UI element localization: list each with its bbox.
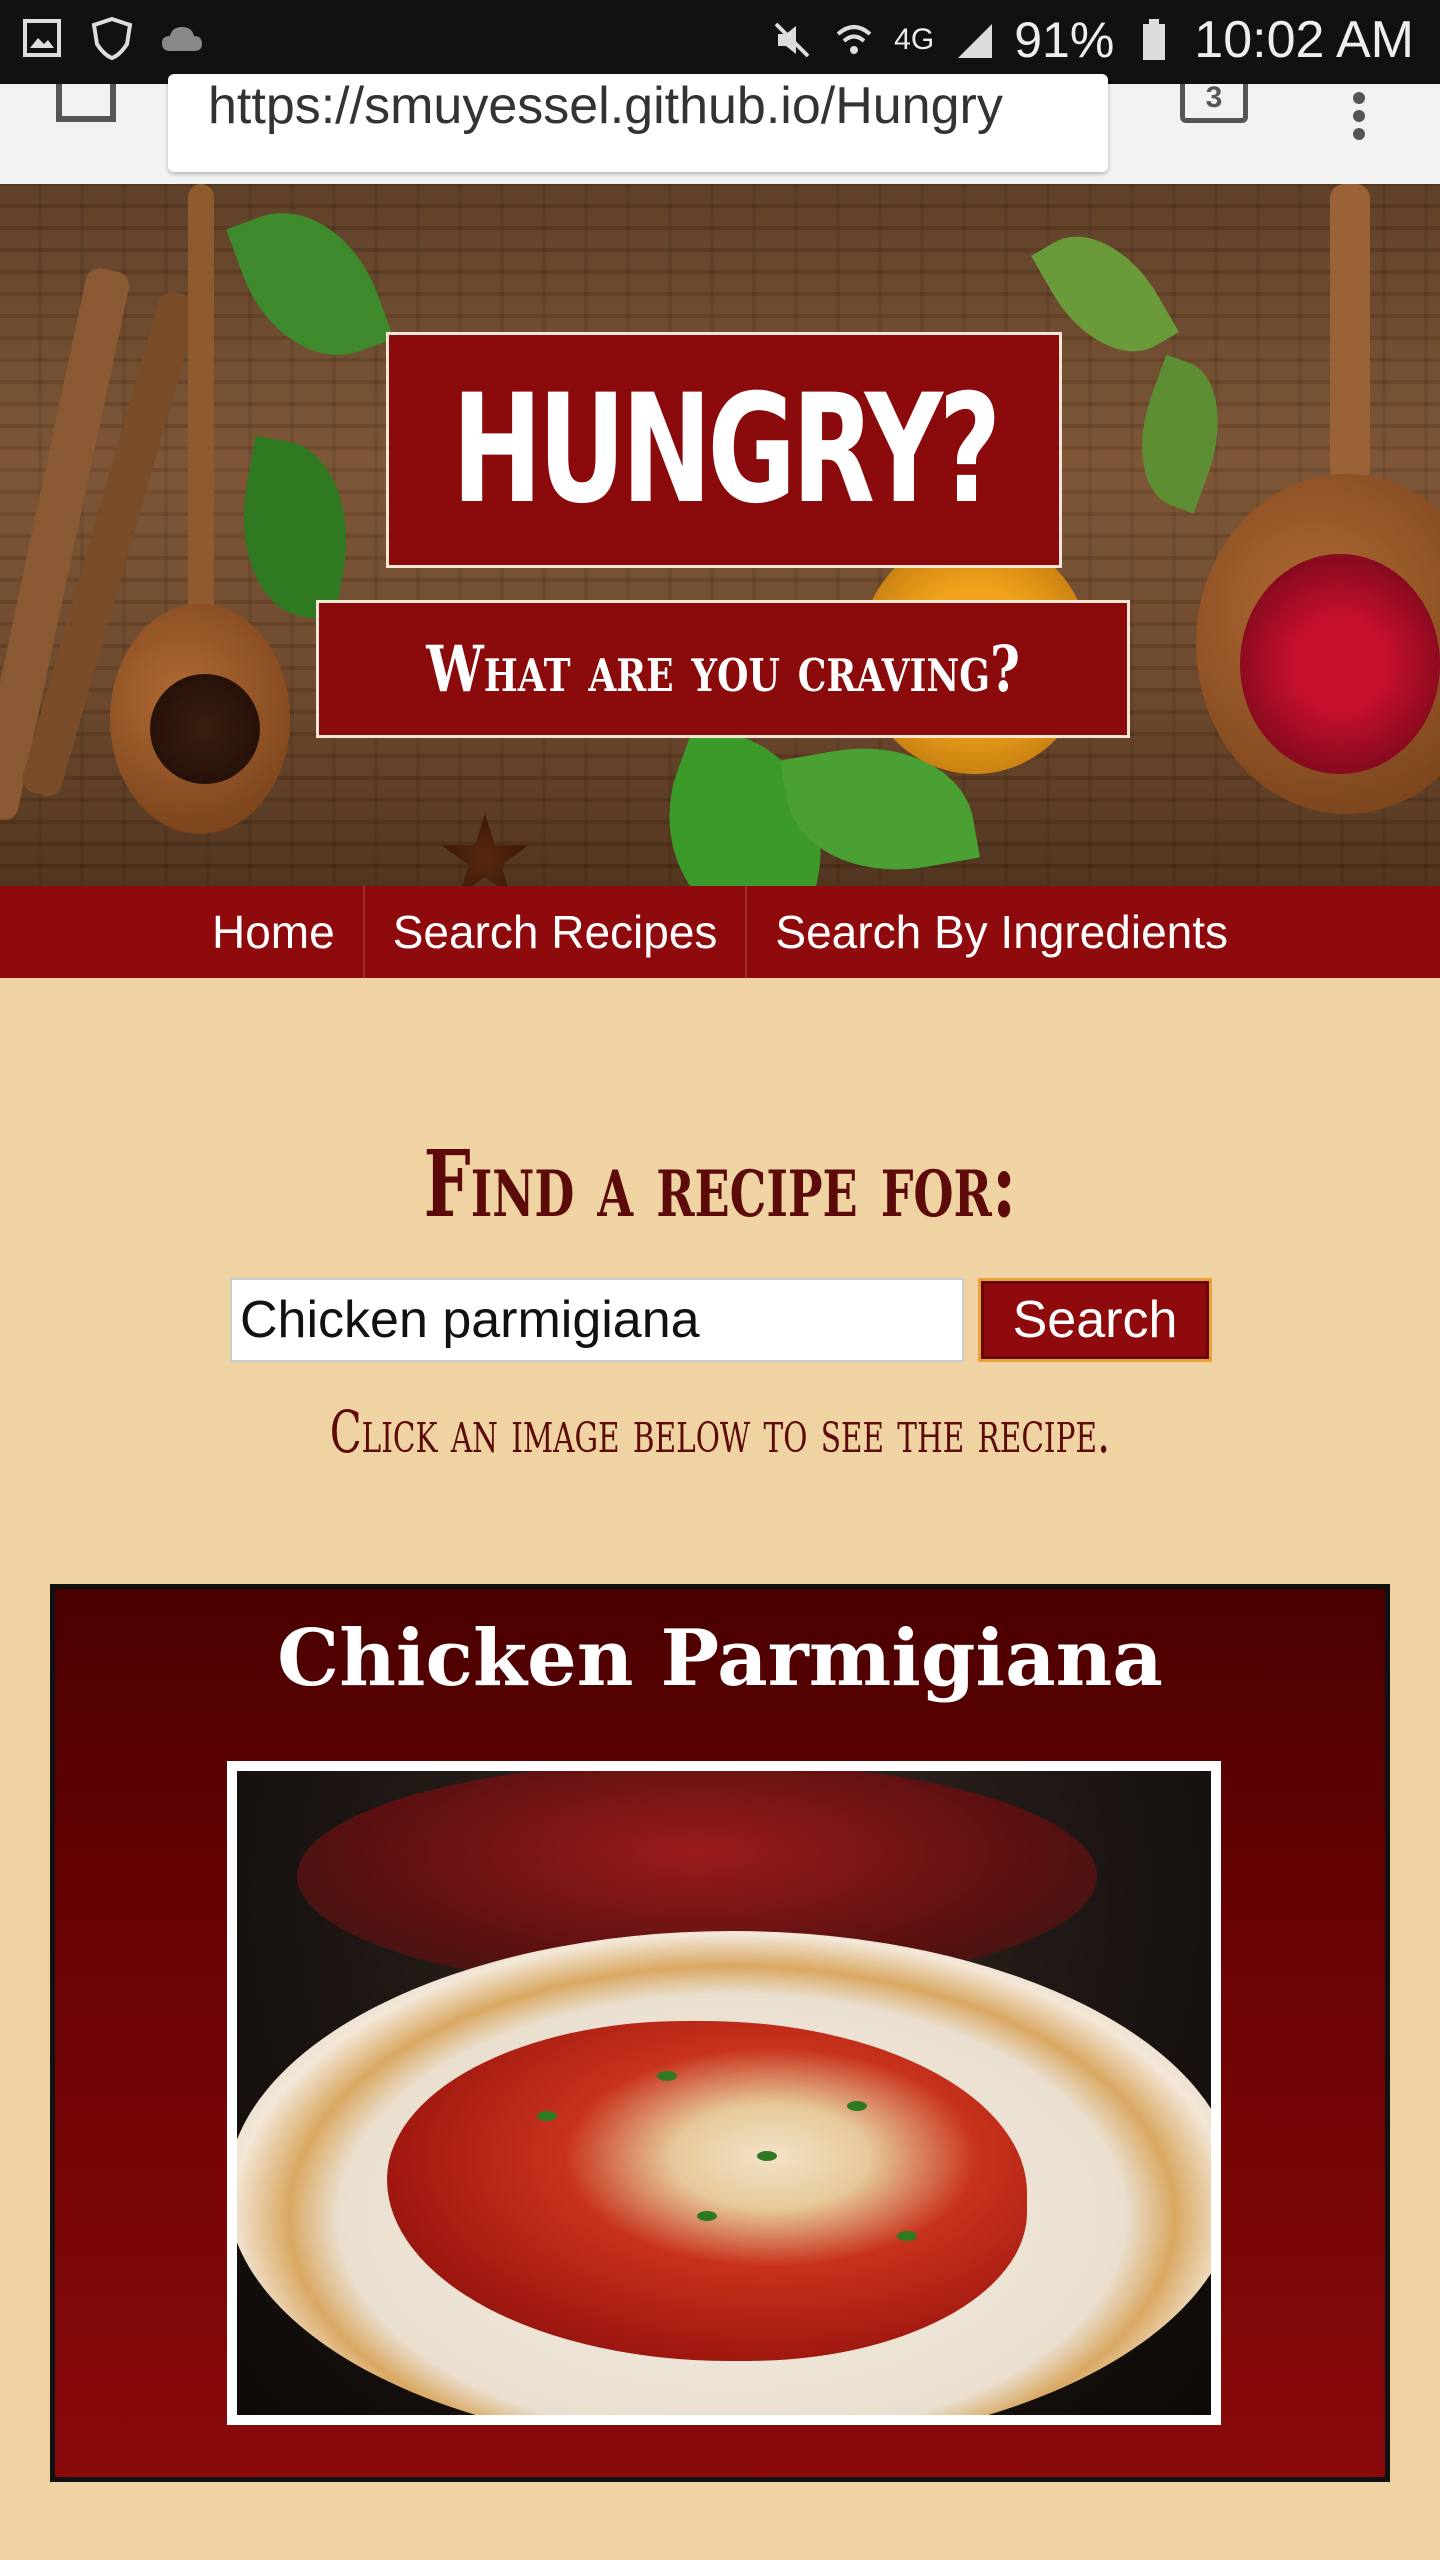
shield-icon xyxy=(90,16,134,60)
parsley-garnish xyxy=(757,2151,777,2161)
signal-icon xyxy=(952,18,996,62)
battery-percent: 91% xyxy=(1014,12,1115,68)
parsley-garnish xyxy=(897,2231,917,2241)
status-left-icons xyxy=(20,16,204,60)
find-recipe-heading: Find a recipe for: xyxy=(423,1130,1017,1238)
recipe-image-frame[interactable] xyxy=(227,1761,1221,2425)
tab-count: 3 xyxy=(1205,81,1223,114)
status-bar: 4G 91% 10:02 AM xyxy=(0,0,1440,84)
instruction-text: Click an image below to see the recipe. xyxy=(329,1398,1111,1466)
url-text: https://smuyessel.github.io/Hungry xyxy=(208,77,1003,135)
wifi-icon xyxy=(832,18,876,62)
parsley-garnish xyxy=(537,2111,557,2121)
gallery-icon xyxy=(20,16,64,60)
clock: 10:02 AM xyxy=(1194,11,1414,69)
network-type: 4G xyxy=(894,23,935,56)
home-icon[interactable] xyxy=(56,84,116,122)
nav-search-recipes[interactable]: Search Recipes xyxy=(362,886,746,978)
mute-icon xyxy=(770,18,814,62)
nav-home[interactable]: Home xyxy=(184,886,363,978)
hero-title-box: HUNGRY? xyxy=(386,332,1062,568)
url-bar[interactable]: https://smuyessel.github.io/Hungry xyxy=(168,74,1108,172)
hero-subtitle-box: What are you craving? xyxy=(316,600,1130,738)
hero-subtitle: What are you craving? xyxy=(426,631,1020,707)
tab-switcher-button[interactable]: 3 xyxy=(1180,81,1248,123)
recipe-image[interactable] xyxy=(237,1771,1211,2415)
main-nav: Home Search Recipes Search By Ingredient… xyxy=(0,886,1440,978)
parsley-leaf-image xyxy=(226,188,394,380)
recipe-card[interactable]: Chicken Parmigiana xyxy=(50,1584,1390,2482)
thyme-image xyxy=(1118,354,1242,514)
parsley-garnish xyxy=(847,2101,867,2111)
cloves-image xyxy=(150,674,260,784)
search-button[interactable]: Search xyxy=(978,1278,1212,1362)
parsley-garnish xyxy=(697,2211,717,2221)
spoon-handle-image xyxy=(1330,184,1370,484)
hero-title: HUNGRY? xyxy=(451,363,1001,537)
browser-toolbar: https://smuyessel.github.io/Hungry 3 xyxy=(0,74,1440,185)
hero-banner: HUNGRY? What are you craving? xyxy=(0,184,1440,886)
recipe-search-input[interactable] xyxy=(230,1278,964,1362)
cloud-icon xyxy=(160,16,204,60)
spoon-handle-image xyxy=(188,184,214,624)
overflow-menu-icon[interactable] xyxy=(1350,86,1368,140)
pink-peppercorns-image xyxy=(1240,554,1440,774)
parsley-garnish xyxy=(657,2071,677,2081)
recipe-title: Chicken Parmigiana xyxy=(277,1613,1163,1704)
battery-icon xyxy=(1132,18,1176,62)
parsley-leaf-image xyxy=(226,435,364,623)
star-anise-image xyxy=(441,814,529,886)
nav-search-by-ingredients[interactable]: Search By Ingredients xyxy=(745,886,1256,978)
status-right-icons: 4G 91% 10:02 AM xyxy=(770,10,1414,70)
